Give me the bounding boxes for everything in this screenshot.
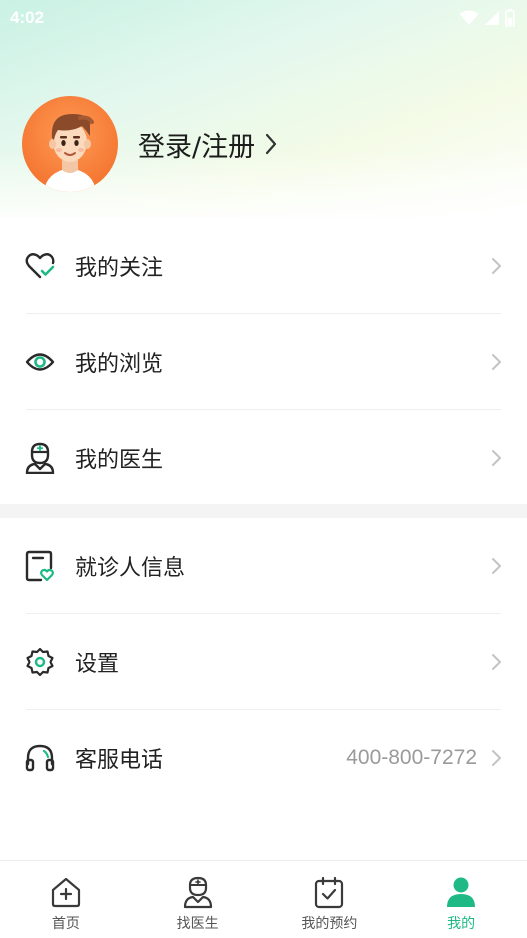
menu-item-label: 我的医生 xyxy=(75,448,164,473)
tab-label: 找医生 xyxy=(176,916,219,932)
menu-item-label: 我的浏览 xyxy=(75,352,164,377)
cell-signal-icon xyxy=(485,11,499,25)
eye-icon xyxy=(24,346,56,378)
menu-item-settings[interactable]: 设置 xyxy=(0,614,527,710)
gear-icon xyxy=(24,646,56,678)
tab-label: 我的预约 xyxy=(301,916,358,932)
menu-item-my-history[interactable]: 我的浏览 xyxy=(0,314,527,410)
login-register-label: 登录/注册 xyxy=(138,131,256,163)
tab-my-appointments[interactable]: 我的预约 xyxy=(264,861,396,938)
doctor-icon xyxy=(24,442,56,474)
menu-item-label: 就诊人信息 xyxy=(75,556,186,581)
home-plus-icon xyxy=(51,877,80,908)
chevron-right-icon xyxy=(492,750,501,766)
headset-icon xyxy=(24,742,56,774)
find-doctor-icon xyxy=(183,876,212,909)
heart-check-icon xyxy=(24,250,56,282)
menu-item-patient-info[interactable]: 就诊人信息 xyxy=(0,518,527,614)
section-divider xyxy=(0,504,527,518)
menu-item-label: 客服电话 xyxy=(75,748,164,773)
chevron-right-icon xyxy=(266,133,277,155)
status-time: 4:02 xyxy=(10,8,45,27)
calendar-check-icon xyxy=(315,876,344,909)
avatar[interactable] xyxy=(22,96,118,192)
menu-group-primary: 我的关注 我的浏览 我的医生 xyxy=(0,218,527,506)
menu-item-label: 设置 xyxy=(75,652,120,677)
user-icon xyxy=(447,877,476,907)
menu-item-my-follows[interactable]: 我的关注 xyxy=(0,218,527,314)
patient-card-icon xyxy=(24,550,56,582)
tab-label: 首页 xyxy=(51,916,80,932)
bottom-tab-bar: 首页 找医生 我的预约 我的 xyxy=(0,860,527,938)
battery-icon xyxy=(505,9,515,27)
menu-group-secondary: 就诊人信息 设置 客服电话 400-800-7272 xyxy=(0,518,527,806)
tab-label: 我的 xyxy=(447,916,476,932)
menu-item-my-doctors[interactable]: 我的医生 xyxy=(0,410,527,506)
status-bar: 4:02 xyxy=(0,0,527,36)
menu-item-label: 我的关注 xyxy=(75,256,164,281)
chevron-right-icon xyxy=(492,654,501,670)
chevron-right-icon xyxy=(492,258,501,274)
service-phone-number[interactable]: 400-800-7272 xyxy=(346,746,477,770)
default-avatar-icon xyxy=(44,114,96,192)
chevron-right-icon xyxy=(492,558,501,574)
login-register-link[interactable]: 登录/注册 xyxy=(138,125,277,164)
tab-me[interactable]: 我的 xyxy=(395,861,527,938)
profile-header: 登录/注册 xyxy=(22,96,277,192)
chevron-right-icon xyxy=(492,450,501,466)
menu-item-customer-service[interactable]: 客服电话 400-800-7272 xyxy=(0,710,527,806)
tab-home[interactable]: 首页 xyxy=(0,861,132,938)
chevron-right-icon xyxy=(492,354,501,370)
status-icons xyxy=(459,9,515,27)
wifi-icon xyxy=(459,10,479,25)
tab-find-doctor[interactable]: 找医生 xyxy=(132,861,264,938)
